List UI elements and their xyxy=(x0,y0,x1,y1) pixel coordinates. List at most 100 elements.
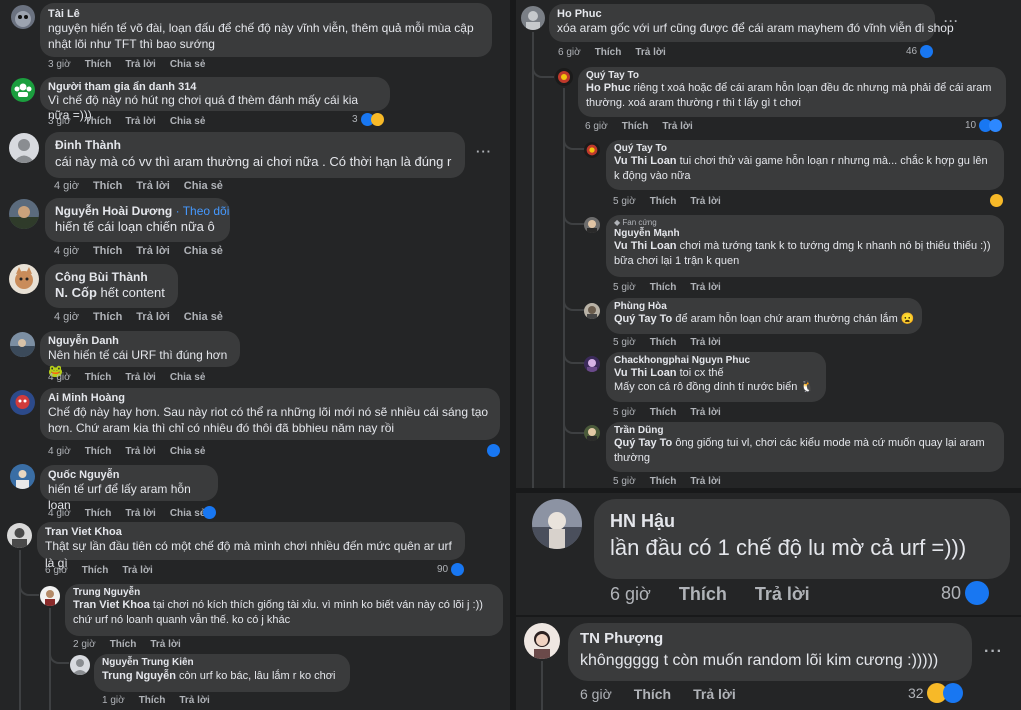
comment-time[interactable]: 4 giờ xyxy=(54,180,79,192)
comment-time[interactable]: 5 giờ xyxy=(613,337,636,348)
like-button[interactable]: Thích xyxy=(650,282,677,293)
like-button[interactable]: Thích xyxy=(110,639,137,650)
comment-time[interactable]: 4 giờ xyxy=(54,245,79,257)
avatar[interactable] xyxy=(10,464,35,489)
commenter-name[interactable]: TN Phượng xyxy=(580,629,960,649)
like-button[interactable]: Thích xyxy=(650,196,677,207)
share-button[interactable]: Chia sẻ xyxy=(170,372,206,383)
avatar[interactable] xyxy=(584,217,600,233)
avatar[interactable] xyxy=(11,78,35,102)
reply-button[interactable]: Trả lời xyxy=(125,116,155,127)
reply-button[interactable]: Trả lời xyxy=(136,311,170,323)
comment-time[interactable]: 6 giờ xyxy=(610,584,651,604)
comment-time[interactable]: 2 giờ xyxy=(73,639,96,650)
reply-button[interactable]: Trả lời xyxy=(690,476,720,487)
avatar[interactable] xyxy=(9,264,39,294)
reaction-count[interactable]: 10 xyxy=(965,119,1003,132)
commenter-name[interactable]: Phùng Hòa xyxy=(614,301,914,312)
share-button[interactable]: Chia sẻ xyxy=(184,245,223,257)
mention-link[interactable]: Tran Viet Khoa xyxy=(73,599,150,611)
commenter-name[interactable]: Tài Lê xyxy=(48,8,484,20)
like-button[interactable]: Thích xyxy=(650,476,677,487)
like-button[interactable]: Thích xyxy=(650,337,677,348)
reaction-count[interactable] xyxy=(203,506,216,519)
mention-link[interactable]: Vu Thi Loan xyxy=(614,367,677,379)
reply-button[interactable]: Trả lời xyxy=(690,337,720,348)
commenter-name[interactable]: Đinh Thành xyxy=(55,138,455,152)
like-button[interactable]: Thích xyxy=(85,508,112,519)
commenter-name[interactable]: Quý Tay To xyxy=(614,143,996,154)
commenter-name[interactable]: Nguyễn Mạnh xyxy=(614,228,996,239)
commenter-name[interactable]: Nguyễn Trung Kiên xyxy=(102,657,342,668)
like-button[interactable]: Thích xyxy=(679,584,727,604)
like-button[interactable]: Thích xyxy=(595,47,622,58)
more-options-icon[interactable]: ··· xyxy=(944,14,959,28)
mention-link[interactable]: Quý Tay To xyxy=(614,437,672,449)
mention-link[interactable]: Ho Phuc xyxy=(586,82,631,94)
follow-link[interactable]: · Theo dõi xyxy=(176,204,230,218)
mention-link[interactable]: Trung Nguyễn xyxy=(102,670,176,682)
reply-button[interactable]: Trả lời xyxy=(693,686,736,702)
reply-button[interactable]: Trả lời xyxy=(125,446,155,457)
avatar[interactable] xyxy=(11,5,35,29)
reaction-count[interactable] xyxy=(990,194,1003,207)
avatar[interactable] xyxy=(584,303,600,319)
share-button[interactable]: Chia sẻ xyxy=(170,508,206,519)
comment-time[interactable]: 3 giờ xyxy=(48,59,71,70)
comment-time[interactable]: 1 giờ xyxy=(102,695,125,706)
share-button[interactable]: Chia sẻ xyxy=(184,311,223,323)
avatar[interactable] xyxy=(584,356,600,372)
like-button[interactable]: Thích xyxy=(650,407,677,418)
reply-button[interactable]: Trả lời xyxy=(125,59,155,70)
like-button[interactable]: Thích xyxy=(93,311,122,323)
comment-time[interactable]: 6 giờ xyxy=(585,121,608,132)
avatar[interactable] xyxy=(10,390,35,415)
avatar[interactable] xyxy=(7,523,32,548)
commenter-name[interactable]: Công Bùi Thành xyxy=(55,270,168,284)
avatar[interactable] xyxy=(9,133,39,163)
commenter-name[interactable]: Người tham gia ẩn danh 314 xyxy=(48,81,382,93)
share-button[interactable]: Chia sẻ xyxy=(170,446,206,457)
reaction-count[interactable]: 90 xyxy=(437,563,465,576)
share-button[interactable]: Chia sẻ xyxy=(184,180,223,192)
comment-time[interactable]: 5 giờ xyxy=(613,407,636,418)
comment-time[interactable]: 4 giờ xyxy=(48,446,71,457)
avatar[interactable] xyxy=(584,142,600,158)
mention-link[interactable]: Vu Thi Loan xyxy=(614,155,677,167)
like-button[interactable]: Thích xyxy=(85,116,112,127)
commenter-name[interactable]: Trung Nguyễn xyxy=(73,587,495,598)
reply-button[interactable]: Trả lời xyxy=(125,508,155,519)
avatar[interactable] xyxy=(40,586,60,606)
reply-button[interactable]: Trả lời xyxy=(662,121,692,132)
reply-button[interactable]: Trả lời xyxy=(690,282,720,293)
reaction-count[interactable]: 80 xyxy=(941,581,990,605)
share-button[interactable]: Chia sẻ xyxy=(170,116,206,127)
reply-button[interactable]: Trả lời xyxy=(635,47,665,58)
like-button[interactable]: Thích xyxy=(139,695,166,706)
avatar[interactable] xyxy=(9,199,39,229)
like-button[interactable]: Thích xyxy=(93,180,122,192)
reply-button[interactable]: Trả lời xyxy=(122,565,152,576)
mention-link[interactable]: Quý Tay To xyxy=(614,313,672,325)
avatar[interactable] xyxy=(532,499,582,549)
mention-link[interactable]: Vu Thi Loan xyxy=(614,240,677,252)
comment-time[interactable]: 6 giờ xyxy=(558,47,581,58)
avatar[interactable] xyxy=(70,655,90,675)
reaction-count[interactable]: 32 xyxy=(908,683,963,703)
comment-time[interactable]: 4 giờ xyxy=(48,372,71,383)
commenter-name[interactable]: Ho Phuc xyxy=(557,8,927,20)
like-button[interactable]: Thích xyxy=(93,245,122,257)
comment-time[interactable]: 4 giờ xyxy=(48,508,71,519)
like-button[interactable]: Thích xyxy=(85,446,112,457)
reply-button[interactable]: Trả lời xyxy=(179,695,209,706)
comment-time[interactable]: 5 giờ xyxy=(613,476,636,487)
reply-button[interactable]: Trả lời xyxy=(150,639,180,650)
comment-time[interactable]: 4 giờ xyxy=(54,311,79,323)
commenter-name[interactable]: Trần Dũng xyxy=(614,425,996,436)
commenter-name[interactable]: Nguyễn Danh xyxy=(48,335,232,347)
reaction-count[interactable]: 46 xyxy=(906,45,934,58)
comment-time[interactable]: 6 giờ xyxy=(580,686,612,702)
reaction-count[interactable]: 3 xyxy=(352,113,384,126)
mention-link[interactable]: N. Cốp xyxy=(55,285,97,300)
commenter-name[interactable]: Tran Viet Khoa xyxy=(45,526,457,538)
